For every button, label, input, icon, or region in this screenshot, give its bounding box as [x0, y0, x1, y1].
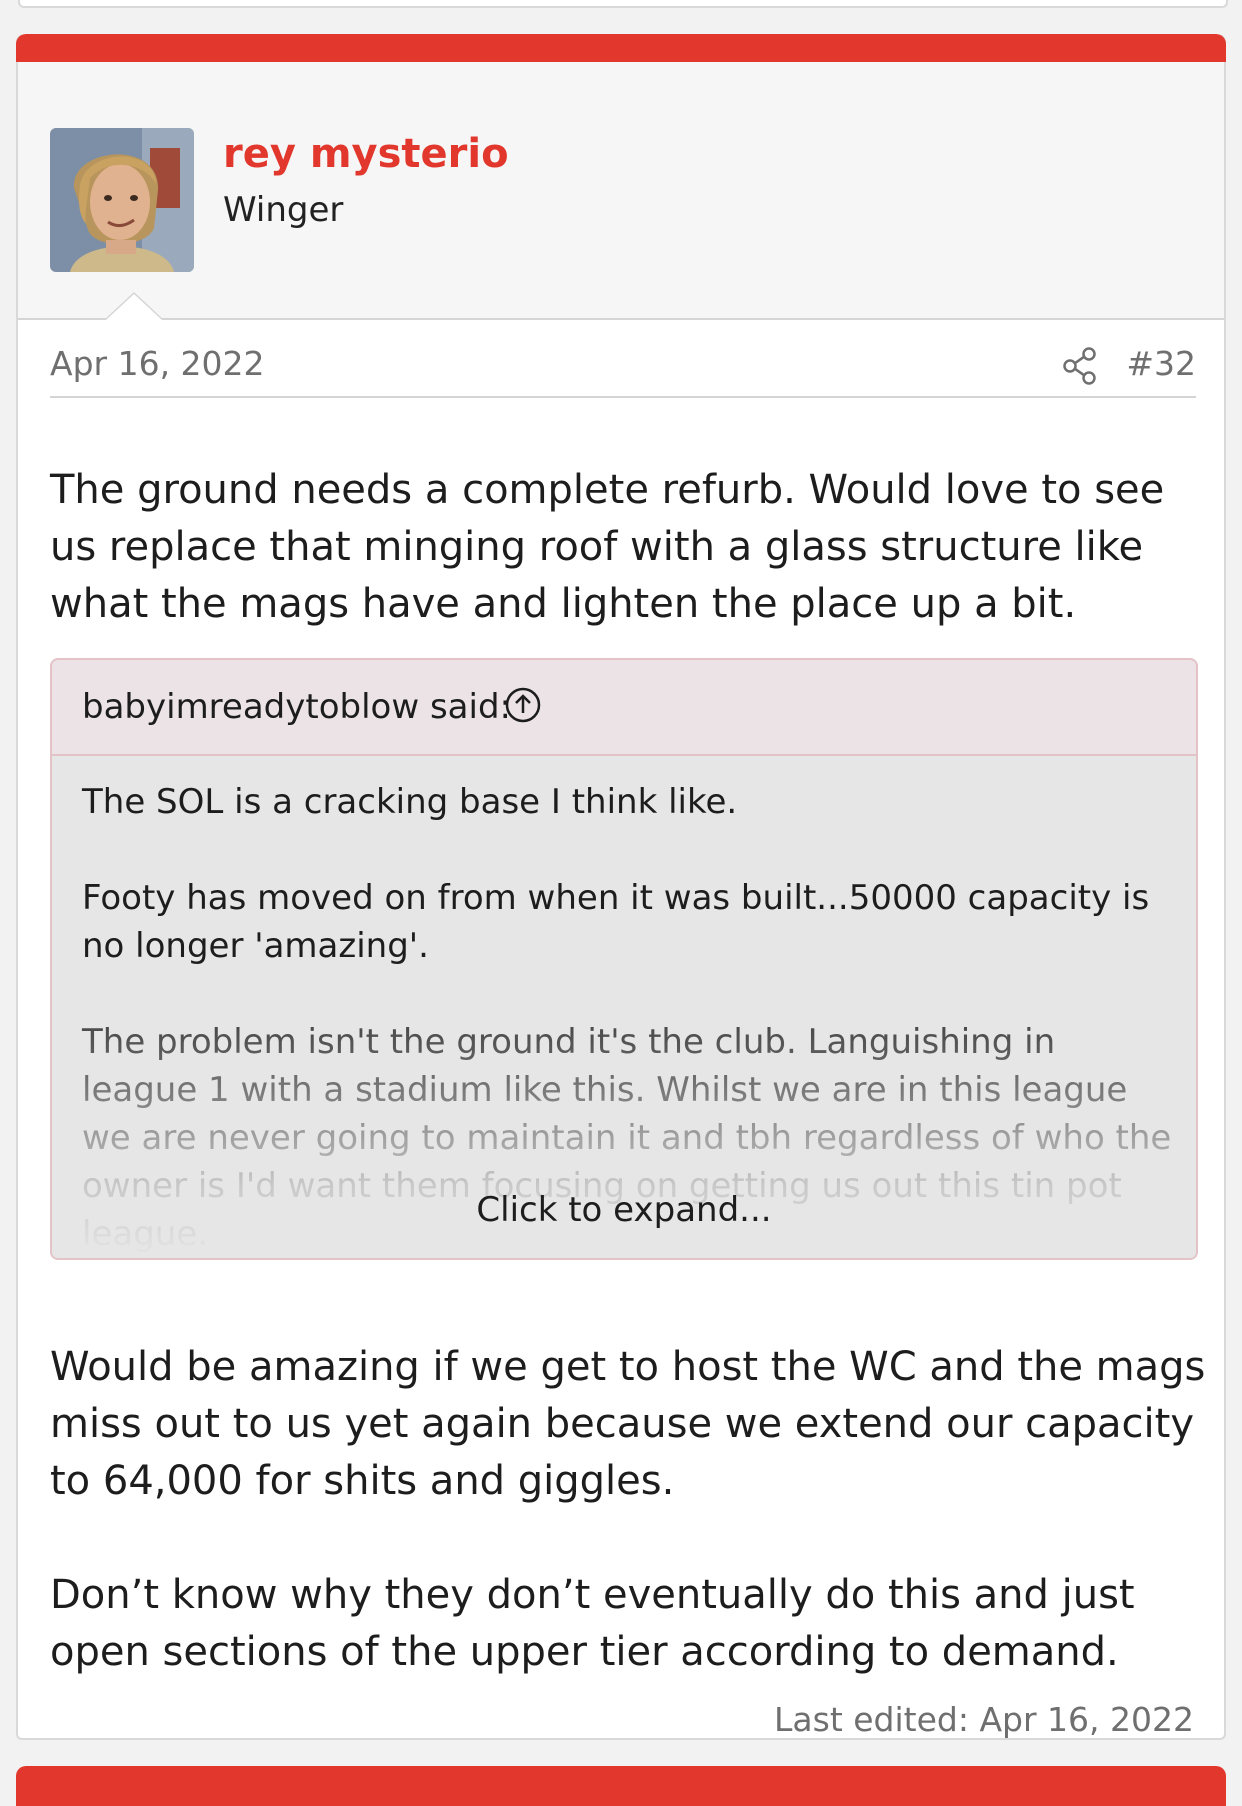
post-accent-bar [16, 34, 1226, 62]
quote-header: babyimreadytoblow said: [52, 660, 1196, 756]
avatar-image [50, 128, 194, 272]
post-meta-bar: Apr 16, 2022 #32 [50, 332, 1196, 398]
post-text: The ground needs a complete refurb. Woul… [50, 467, 1165, 627]
quote-paragraph: Footy has moved on from when it was buil… [82, 878, 1150, 966]
post-body-continued: Would be amazing if we get to host the W… [50, 1339, 1210, 1738]
avatar[interactable] [50, 128, 194, 272]
header-pointer-arrow [104, 292, 164, 320]
quote-paragraph: The SOL is a cracking base I think like. [82, 782, 738, 822]
next-post-accent-bar [16, 1766, 1226, 1806]
username-link[interactable]: rey mysterio [223, 126, 509, 182]
forum-post: rey mysterio Winger Apr 16, 2022 #32 The… [16, 34, 1226, 1740]
user-title: Winger [223, 190, 344, 230]
quote-author-link[interactable]: babyimreadytoblow said: [82, 687, 511, 727]
quote-content: The SOL is a cracking base I think like.… [82, 778, 1172, 1258]
previous-post-card [18, 0, 1228, 8]
last-edited-note: Last edited: Apr 16, 2022 [774, 1700, 1194, 1739]
post-body-intro: The ground needs a complete refurb. Woul… [50, 462, 1200, 633]
quote-block: babyimreadytoblow said: The SOL is a cra… [50, 658, 1198, 1260]
post-paragraph: Don’t know why they don’t eventually do … [50, 1572, 1135, 1675]
post-user-header: rey mysterio Winger [18, 62, 1224, 320]
arrow-up-circle-icon[interactable] [504, 686, 542, 724]
share-icon[interactable] [1062, 346, 1098, 386]
click-to-expand-link[interactable]: Click to expand... [52, 1190, 1196, 1230]
post-date[interactable]: Apr 16, 2022 [50, 344, 265, 383]
post-paragraph: Would be amazing if we get to host the W… [50, 1344, 1206, 1504]
post-number-link[interactable]: #32 [1126, 344, 1196, 383]
